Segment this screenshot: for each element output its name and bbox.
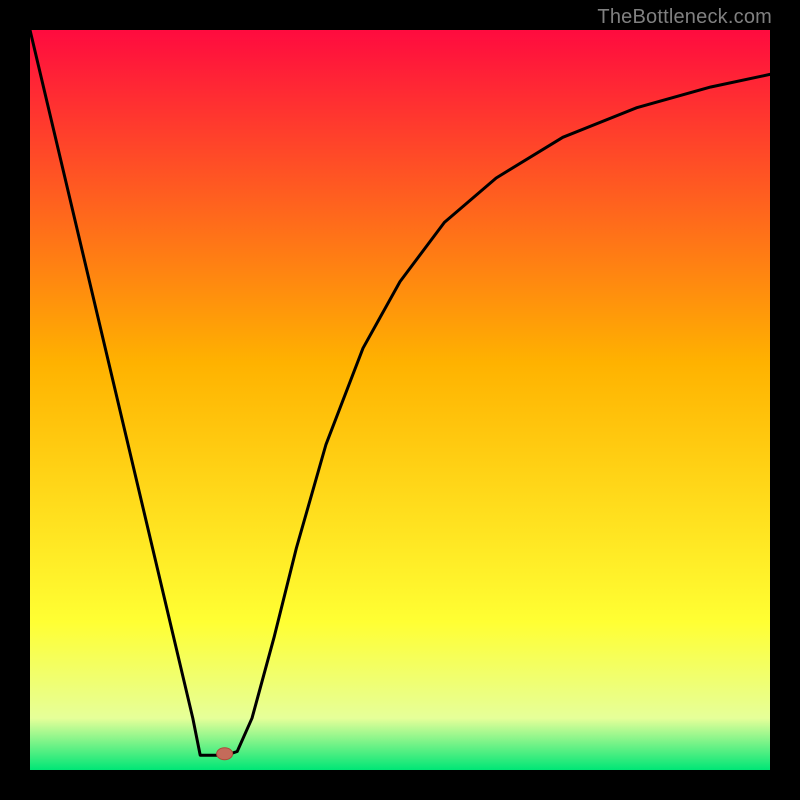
- chart-svg: [30, 30, 770, 770]
- watermark-text: TheBottleneck.com: [597, 6, 772, 29]
- chart-outer: TheBottleneck.com: [0, 0, 800, 800]
- plot-area: [30, 30, 770, 770]
- gradient-background: [30, 30, 770, 770]
- optimum-marker: [217, 748, 233, 760]
